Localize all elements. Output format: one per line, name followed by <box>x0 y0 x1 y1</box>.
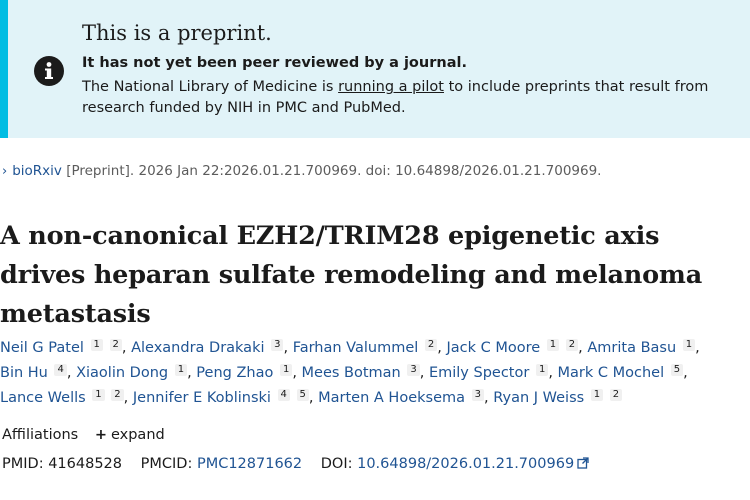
banner-subheading: It has not yet been peer reviewed by a j… <box>82 55 467 71</box>
expand-affiliations-button[interactable]: + expand <box>95 427 165 443</box>
affiliation-number-link[interactable]: 1 <box>174 364 188 376</box>
affiliation-number-link[interactable]: 5 <box>670 364 684 376</box>
author-separator: , <box>695 340 700 356</box>
author-item: Xiaolin Dong 1, <box>76 364 192 381</box>
author-separator: , <box>187 365 192 381</box>
affiliation-number-link[interactable]: 1 <box>590 389 604 401</box>
author-name-link[interactable]: Jennifer E Koblinski <box>133 390 271 406</box>
author-item: Mees Botman 3, <box>302 364 425 381</box>
author-separator: , <box>121 340 127 356</box>
affiliation-number-link[interactable]: 3 <box>471 389 484 401</box>
preprint-notice-banner: This is a preprint. It has not yet been … <box>0 0 750 138</box>
affiliation-number-link[interactable]: 1 <box>90 339 103 351</box>
author-separator: , <box>483 390 489 406</box>
author-name-link[interactable]: Xiaolin Dong <box>76 365 168 381</box>
external-link-icon <box>577 457 589 469</box>
author-separator: , <box>66 365 72 381</box>
chevron-right-icon[interactable]: › <box>2 164 7 179</box>
author-item: Ryan J Weiss 1 2 <box>493 389 623 406</box>
doi-label: DOI: <box>320 456 353 472</box>
affiliation-number-link[interactable]: 2 <box>109 339 122 351</box>
author-item: Jack C Moore 1 2, <box>446 339 583 356</box>
author-name-link[interactable]: Jack C Moore <box>446 340 540 356</box>
author-name-link[interactable]: Mark C Mochel <box>558 365 665 381</box>
author-separator: , <box>683 365 688 381</box>
identifiers-row: PMID: 41648528 PMCID: PMC12871662 DOI: 1… <box>2 456 589 472</box>
affiliation-number-link[interactable]: 4 <box>277 389 290 401</box>
doi-value: 10.64898/2026.01.21.700969 <box>357 456 575 472</box>
author-name-link[interactable]: Alexandra Drakaki <box>131 340 264 356</box>
author-name-link[interactable]: Peng Zhao <box>196 365 273 381</box>
author-separator: , <box>578 340 583 356</box>
citation-details: [Preprint]. 2026 Jan 22:2026.01.21.70096… <box>61 163 602 179</box>
affiliation-number-link[interactable]: 3 <box>407 364 420 376</box>
author-item: Mark C Mochel 5, <box>558 364 688 381</box>
affiliation-number-link[interactable]: 2 <box>609 389 623 401</box>
author-item: Bin Hu 4, <box>0 364 72 381</box>
affiliation-number-link[interactable]: 1 <box>279 364 293 376</box>
banner-text: The National Library of Medicine is runn… <box>82 77 742 119</box>
author-name-link[interactable]: Mees Botman <box>302 365 401 381</box>
author-name-link[interactable]: Amrita Basu <box>587 340 676 356</box>
author-item: Amrita Basu 1, <box>587 339 700 356</box>
banner-text-before: The National Library of Medicine is <box>82 79 339 95</box>
pmid-label: PMID: <box>2 456 44 472</box>
author-separator: , <box>283 340 289 356</box>
affiliation-number-link[interactable]: 5 <box>296 389 309 401</box>
author-separator: , <box>437 340 442 356</box>
pmcid-link[interactable]: PMC12871662 <box>197 456 302 472</box>
author-name-link[interactable]: Marten A Hoeksema <box>318 390 465 406</box>
author-item: Alexandra Drakaki 3, <box>131 339 289 356</box>
affiliation-number-link[interactable]: 1 <box>535 364 549 376</box>
author-item: Peng Zhao 1, <box>196 364 297 381</box>
affiliation-number-link[interactable]: 1 <box>546 339 560 351</box>
author-list: Neil G Patel 1 2, Alexandra Drakaki 3, F… <box>0 336 745 411</box>
author-separator: , <box>548 365 553 381</box>
banner-heading: This is a preprint. <box>82 21 272 45</box>
author-item: Jennifer E Koblinski 4 5, <box>133 389 314 406</box>
expand-label: expand <box>110 427 165 443</box>
affiliation-number-link[interactable]: 1 <box>92 389 105 401</box>
plus-icon: + <box>94 427 107 443</box>
author-name-link[interactable]: Ryan J Weiss <box>493 390 584 406</box>
affiliation-number-link[interactable]: 2 <box>111 389 124 401</box>
author-item: Marten A Hoeksema 3, <box>318 389 489 406</box>
affiliation-number-link[interactable]: 1 <box>682 339 696 351</box>
doi-link[interactable]: 10.64898/2026.01.21.700969 <box>357 456 589 472</box>
affiliation-number-link[interactable]: 2 <box>424 339 438 351</box>
author-separator: , <box>308 390 314 406</box>
pmid-value: 41648528 <box>48 456 123 472</box>
affiliations-label: Affiliations <box>2 427 79 443</box>
author-item: Emily Spector 1, <box>429 364 553 381</box>
author-item: Farhan Valummel 2, <box>293 339 442 356</box>
journal-link[interactable]: bioRxiv <box>12 163 62 179</box>
author-separator: , <box>292 365 297 381</box>
affiliations-row: Affiliations + expand <box>2 427 165 443</box>
author-separator: , <box>419 365 425 381</box>
affiliation-number-link[interactable]: 2 <box>565 339 579 351</box>
author-name-link[interactable]: Neil G Patel <box>0 340 84 356</box>
author-name-link[interactable]: Farhan Valummel <box>293 340 419 356</box>
info-circle-icon <box>34 56 64 86</box>
citation-line: › bioRxiv [Preprint]. 2026 Jan 22:2026.01… <box>2 163 601 179</box>
author-separator: , <box>123 390 129 406</box>
author-name-link[interactable]: Lance Wells <box>0 390 86 406</box>
running-a-pilot-link[interactable]: running a pilot <box>338 79 444 95</box>
author-item: Neil G Patel 1 2, <box>0 339 127 356</box>
affiliation-number-link[interactable]: 3 <box>271 339 284 351</box>
author-item: Lance Wells 1 2, <box>0 389 129 406</box>
affiliation-number-link[interactable]: 4 <box>54 364 67 376</box>
article-title: A non-canonical EZH2/TRIM28 epigenetic a… <box>0 221 703 330</box>
pmcid-label: PMCID: <box>140 456 193 472</box>
author-name-link[interactable]: Bin Hu <box>0 365 48 381</box>
author-name-link[interactable]: Emily Spector <box>429 365 529 381</box>
